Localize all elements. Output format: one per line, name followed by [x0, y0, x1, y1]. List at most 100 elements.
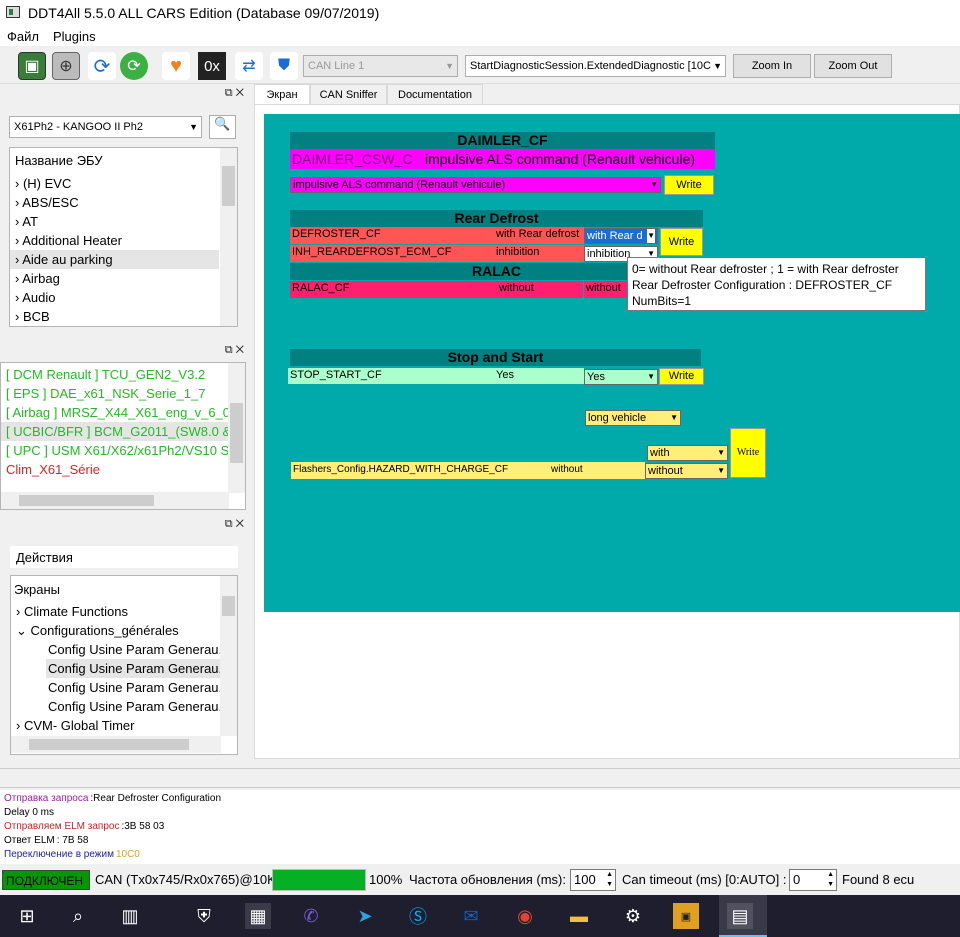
- daimler-select[interactable]: impulsive ALS command (Renault vehicule)…: [290, 177, 661, 193]
- spinner-icon[interactable]: ▲ ▼: [827, 870, 834, 890]
- menu-file[interactable]: Файл: [7, 29, 39, 44]
- daimler-param-name: DAIMLER_CSW_C: [290, 149, 423, 169]
- chevron-down-icon: ▼: [189, 122, 198, 132]
- windows-start-icon[interactable]: ⊞: [14, 903, 40, 929]
- chevron-down-icon: ▼: [717, 466, 725, 475]
- flashers-select[interactable]: without ▼: [645, 463, 728, 479]
- ecu-item-label: Audio: [22, 290, 56, 305]
- ecu-list-header: Название ЭБУ: [15, 153, 103, 168]
- telegram-icon[interactable]: ➤: [352, 903, 378, 929]
- screens-hscrollbar[interactable]: [11, 736, 221, 753]
- active-app-highlight: [719, 895, 767, 937]
- log-label: Отправляем ELM запрос: [4, 821, 120, 832]
- refresh-blue-icon[interactable]: ⟳: [88, 52, 116, 80]
- rear-defrost-write-button[interactable]: Write: [660, 228, 703, 256]
- found-ecu-item[interactable]: [ EPS ] DAE_x61_NSK_Serie_1_7: [6, 384, 226, 403]
- menu-plugins[interactable]: Plugins: [53, 29, 96, 44]
- found-scrollbar[interactable]: [228, 363, 245, 493]
- screens-scrollbar[interactable]: [220, 576, 237, 736]
- tab-documentation[interactable]: Documentation: [387, 84, 483, 105]
- ecu-item-selected[interactable]: › Aide au parking: [10, 250, 219, 269]
- ecu-scrollbar[interactable]: [220, 148, 237, 326]
- flashers-write-button[interactable]: Write: [730, 428, 766, 478]
- panel-controls[interactable]: ⧉ ✕: [225, 344, 244, 357]
- screen-item-expanded[interactable]: ⌄ Configurations_générales: [16, 621, 216, 640]
- zoom-in-button[interactable]: Zoom In: [733, 54, 811, 78]
- ecu-item[interactable]: › BCB: [15, 307, 220, 326]
- ecu-item[interactable]: › Additional Heater: [15, 231, 220, 250]
- rear-defrost-section-title: Rear Defrost: [290, 210, 703, 227]
- flashers-select-top[interactable]: with ▼: [647, 445, 728, 461]
- ecu-item-label: (H) EVC: [22, 176, 72, 191]
- connection-status: ПОДКЛЮЧЕН: [2, 870, 90, 890]
- actions-header: Действия: [10, 546, 238, 568]
- network-icon[interactable]: ⊕: [52, 52, 80, 80]
- sniffer-icon[interactable]: ⇄: [235, 52, 263, 80]
- heart-plus-icon[interactable]: ♥: [162, 52, 190, 80]
- search-icon[interactable]: ⌕: [65, 903, 91, 929]
- screen-item[interactable]: › Climate Functions: [16, 602, 216, 621]
- folder-icon[interactable]: ▬: [566, 903, 592, 929]
- screen-item[interactable]: › CVM- Global Timer: [16, 716, 216, 735]
- settings-icon[interactable]: ⚙: [620, 903, 646, 929]
- found-ecu-item[interactable]: Clim_X61_Série: [6, 460, 226, 479]
- valve-icon[interactable]: ⛊: [270, 52, 298, 80]
- panel-controls[interactable]: ⧉ ✕: [225, 87, 244, 100]
- hex-icon[interactable]: 0x: [198, 52, 226, 80]
- stop-start-param-value: Yes: [494, 368, 584, 384]
- spinner-icon[interactable]: ▲ ▼: [606, 870, 613, 890]
- viber-icon[interactable]: ✆: [298, 903, 324, 929]
- ecu-item[interactable]: › Airbag: [15, 269, 220, 288]
- obd-app-icon[interactable]: ▣: [673, 903, 699, 929]
- stop-start-write-button[interactable]: Write: [659, 368, 704, 385]
- shield-icon[interactable]: ⛨: [191, 903, 217, 929]
- found-ecu-item[interactable]: [ Airbag ] MRSZ_X44_X61_eng_v_6_0: [6, 403, 230, 422]
- defroster-param-name: DEFROSTER_CF: [290, 227, 494, 244]
- outlook-icon[interactable]: ✉: [458, 903, 484, 929]
- tab-can-sniffer[interactable]: CAN Sniffer: [310, 84, 387, 105]
- screen-item[interactable]: Config Usine Param Generau.: [48, 678, 222, 697]
- chevron-down-icon: ▼: [650, 180, 658, 189]
- log-label: Отправка запроса: [4, 793, 89, 804]
- ecu-item[interactable]: › (H) EVC: [15, 174, 220, 193]
- refresh-green-icon[interactable]: ⟳: [120, 52, 148, 80]
- search-ecu-icon[interactable]: 🔍: [209, 115, 236, 139]
- screen-item[interactable]: Config Usine Param Generau.: [48, 640, 222, 659]
- zoom-out-button[interactable]: Zoom Out: [814, 54, 892, 78]
- app-icon: [6, 6, 20, 18]
- chrome-icon[interactable]: ◉: [512, 903, 538, 929]
- log-line: Отправка запроса:Rear Defroster Configur…: [4, 792, 956, 806]
- ecu-item[interactable]: › ABS/ESC: [15, 193, 220, 212]
- calculator-icon[interactable]: ▦: [245, 903, 271, 929]
- ecu-item[interactable]: › Audio: [15, 288, 220, 307]
- screen-item-selected[interactable]: Config Usine Param Generau.: [46, 659, 222, 678]
- task-view-icon[interactable]: ▥: [117, 903, 143, 929]
- ecu-item[interactable]: › AT: [15, 212, 220, 231]
- tab-screen[interactable]: Экран: [254, 84, 310, 105]
- can-status: CAN (Tx0x745/Rx0x765)@10K: [95, 872, 276, 887]
- log-line: Отправляем ELM запрос:3B 58 03: [4, 820, 956, 834]
- found-ecu-item[interactable]: [ UCBIC/BFR ] BCM_G2011_(SW8.0 &: [1, 422, 231, 441]
- skype-icon[interactable]: Ⓢ: [405, 903, 431, 929]
- monitor-icon[interactable]: ▣: [18, 52, 46, 80]
- ralac-select[interactable]: without: [584, 281, 628, 298]
- stop-start-section-title: Stop and Start: [290, 349, 701, 366]
- log-line: Ответ ELM: 7B 58: [4, 834, 956, 848]
- tooltip: 0= without Rear defroster ; 1 = with Rea…: [627, 257, 926, 311]
- stop-start-select[interactable]: Yes ▼: [584, 369, 658, 385]
- found-hscrollbar[interactable]: [1, 492, 229, 509]
- vehicle-select[interactable]: X61Ph2 - KANGOO II Ph2 ▼: [9, 116, 202, 138]
- screen-item[interactable]: Config Usine Param Generau.: [48, 697, 222, 716]
- daimler-write-button[interactable]: Write: [664, 175, 714, 195]
- refresh-input[interactable]: 100 ▲ ▼: [570, 869, 616, 891]
- actions-panel: ⧉ ✕ Действия Экраны › Climate Functions …: [0, 516, 250, 760]
- found-ecu-item[interactable]: [ UPC ] USM X61/X62/x61Ph2/VS10 S: [6, 441, 229, 460]
- log-splitter[interactable]: [0, 768, 960, 788]
- session-select[interactable]: StartDiagnosticSession.ExtendedDiagnosti…: [465, 55, 726, 77]
- panel-controls[interactable]: ⧉ ✕: [225, 518, 244, 531]
- found-ecu-item[interactable]: [ DCM Renault ] TCU_GEN2_V3.2: [6, 365, 226, 384]
- defroster-select[interactable]: with Rear d ▼: [584, 228, 658, 244]
- can-line-select[interactable]: CAN Line 1 ▼: [303, 55, 458, 77]
- vehicle-length-select[interactable]: long vehicle ▼: [585, 410, 681, 426]
- timeout-input[interactable]: 0 ▲ ▼: [789, 869, 837, 891]
